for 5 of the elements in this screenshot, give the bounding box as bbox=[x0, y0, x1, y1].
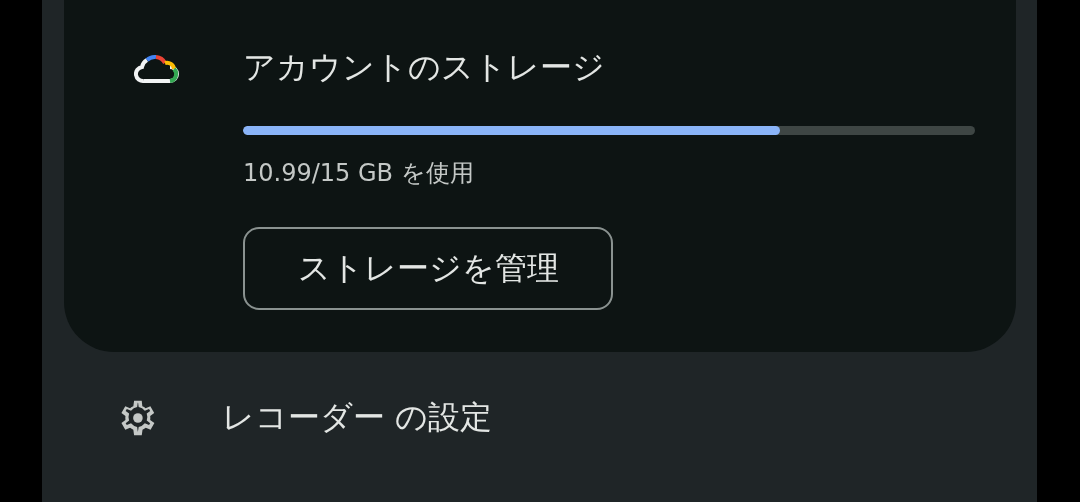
cloud-icon bbox=[134, 52, 180, 84]
storage-title: アカウントのストレージ bbox=[243, 47, 606, 88]
manage-storage-button[interactable]: ストレージを管理 bbox=[243, 227, 613, 310]
recorder-settings-label[interactable]: レコーダー の設定 bbox=[222, 396, 493, 440]
storage-usage: 10.99/15 GB を使用 bbox=[243, 158, 474, 189]
